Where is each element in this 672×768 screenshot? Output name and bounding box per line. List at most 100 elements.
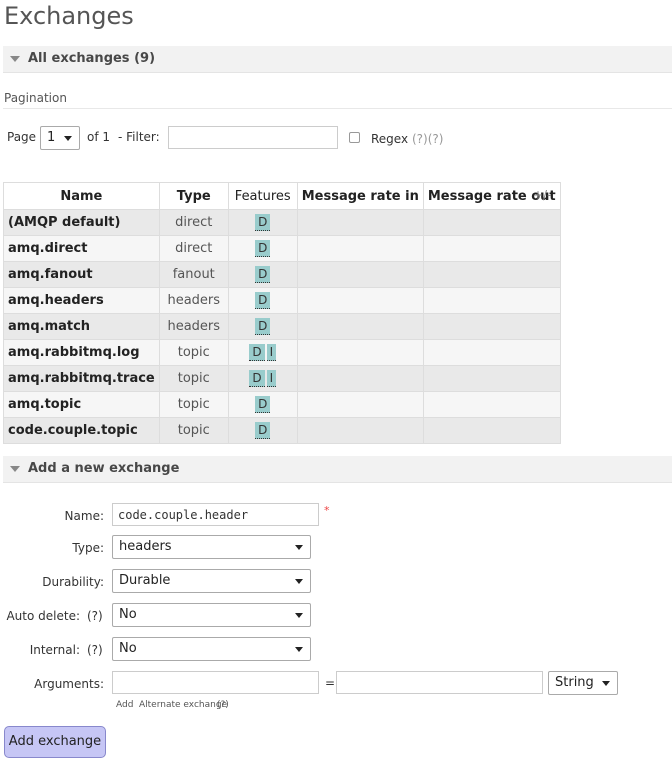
- message-rate-out: [422, 209, 561, 236]
- feature-badge-durable: D: [255, 266, 271, 283]
- exchange-name-link[interactable]: amq.direct: [3, 235, 160, 262]
- exchange-name-link[interactable]: code.couple.topic: [3, 417, 160, 444]
- message-rate-out: [422, 313, 561, 340]
- chevron-down-icon: [295, 579, 303, 584]
- durability-field-label: Durability:: [42, 575, 104, 589]
- exchange-type: headers: [158, 313, 229, 340]
- exchange-type-select[interactable]: headers: [112, 535, 311, 559]
- message-rate-out: [422, 287, 561, 314]
- message-rate-in: [296, 339, 424, 366]
- feature-badge-durable: D: [255, 396, 271, 413]
- table-row: amq.topic topic D: [3, 391, 561, 418]
- message-rate-in: [296, 209, 424, 236]
- add-argument-link[interactable]: Add: [116, 700, 133, 710]
- name-field-label: Name:: [64, 509, 104, 523]
- auto-delete-select[interactable]: No: [112, 603, 311, 627]
- table-row: amq.rabbitmq.trace topic DI: [3, 365, 561, 392]
- chevron-down-icon: [602, 681, 610, 686]
- exchange-type: topic: [158, 417, 229, 444]
- message-rate-out: [422, 365, 561, 392]
- add-exchange-section-toggle[interactable]: Add a new exchange: [3, 456, 672, 483]
- message-rate-in: [296, 313, 424, 340]
- regex-checkbox[interactable]: [349, 132, 360, 143]
- exchange-type: topic: [158, 391, 229, 418]
- feature-badge-durable: D: [249, 344, 265, 361]
- internal-value: No: [119, 641, 137, 656]
- pagination-divider: [3, 108, 672, 109]
- add-exchange-button[interactable]: Add exchange: [4, 726, 106, 758]
- page-title: Exchanges: [4, 2, 134, 30]
- message-rate-out: [422, 339, 561, 366]
- internal-select[interactable]: No: [112, 637, 311, 661]
- table-row: (AMQP default) direct D: [3, 209, 561, 236]
- table-row: amq.rabbitmq.log topic DI: [3, 339, 561, 366]
- message-rate-out: [422, 235, 561, 262]
- message-rate-in: [296, 391, 424, 418]
- add-exchange-section-label: Add a new exchange: [28, 461, 180, 476]
- exchanges-table: Name Type Features Message rate in Messa…: [3, 182, 561, 444]
- exchange-name-link[interactable]: amq.rabbitmq.trace: [3, 365, 160, 392]
- collapse-triangle-icon: [10, 466, 20, 472]
- exchange-type: fanout: [158, 261, 229, 288]
- feature-badge-internal: I: [266, 344, 277, 361]
- regex-help-link[interactable]: (?)(?): [412, 132, 443, 146]
- required-marker: *: [324, 504, 330, 517]
- regex-label: Regex: [371, 132, 409, 146]
- auto-delete-help-link[interactable]: (?): [87, 609, 103, 623]
- message-rate-in: [296, 365, 424, 392]
- exchange-name-link[interactable]: amq.match: [3, 313, 160, 340]
- table-row: code.couple.topic topic D: [3, 417, 561, 444]
- column-toggle-link[interactable]: +/-: [533, 188, 551, 202]
- type-field-label: Type:: [72, 541, 104, 555]
- exchange-features: DI: [227, 365, 298, 392]
- filter-input[interactable]: [168, 126, 338, 149]
- feature-badge-durable: D: [255, 240, 271, 257]
- internal-help-link[interactable]: (?): [87, 643, 103, 657]
- pagination-label: Pagination: [4, 91, 67, 105]
- feature-badge-durable: D: [255, 292, 271, 309]
- exchange-type: headers: [158, 287, 229, 314]
- arguments-field-label: Arguments:: [34, 677, 104, 691]
- chevron-down-icon: [295, 647, 303, 652]
- exchange-type: direct: [158, 235, 229, 262]
- filter-label: - Filter:: [118, 130, 160, 144]
- message-rate-in: [296, 261, 424, 288]
- exchange-type-value: headers: [119, 539, 172, 554]
- exchange-features: D: [227, 235, 298, 262]
- column-header-message-rate-in: Message rate in: [296, 182, 424, 210]
- page-select[interactable]: 1: [40, 126, 80, 150]
- exchange-name-input[interactable]: code.couple.header: [112, 503, 319, 526]
- all-exchanges-section-toggle[interactable]: All exchanges (9): [3, 46, 672, 73]
- table-row: amq.headers headers D: [3, 287, 561, 314]
- table-row: amq.direct direct D: [3, 235, 561, 262]
- exchange-name-link[interactable]: amq.rabbitmq.log: [3, 339, 160, 366]
- page-count-label: of 1: [87, 130, 111, 144]
- collapse-triangle-icon: [10, 56, 20, 62]
- durability-select[interactable]: Durable: [112, 569, 311, 593]
- exchange-name-link[interactable]: amq.topic: [3, 391, 160, 418]
- alternate-exchange-help-link[interactable]: (?): [217, 700, 229, 710]
- exchange-name-link[interactable]: amq.fanout: [3, 261, 160, 288]
- exchange-name-link[interactable]: amq.headers: [3, 287, 160, 314]
- exchange-features: DI: [227, 339, 298, 366]
- argument-value-input[interactable]: [336, 671, 543, 694]
- exchange-name-link[interactable]: (AMQP default): [3, 209, 160, 236]
- message-rate-in: [296, 287, 424, 314]
- message-rate-in: [296, 235, 424, 262]
- argument-key-input[interactable]: [112, 671, 319, 694]
- argument-type-value: String: [555, 675, 594, 690]
- table-header-row: Name Type Features Message rate in Messa…: [3, 182, 561, 210]
- chevron-down-icon: [64, 136, 72, 141]
- table-row: amq.fanout fanout D: [3, 261, 561, 288]
- exchange-features: D: [227, 417, 298, 444]
- alternate-exchange-link[interactable]: Alternate exchange: [139, 700, 227, 710]
- exchange-type: topic: [158, 365, 229, 392]
- argument-type-select[interactable]: String: [548, 671, 618, 695]
- column-header-type: Type: [158, 182, 229, 210]
- exchange-type: topic: [158, 339, 229, 366]
- message-rate-in: [296, 417, 424, 444]
- exchange-type: direct: [158, 209, 229, 236]
- auto-delete-value: No: [119, 607, 137, 622]
- argument-equals-sign: =: [325, 676, 336, 690]
- message-rate-out: [422, 391, 561, 418]
